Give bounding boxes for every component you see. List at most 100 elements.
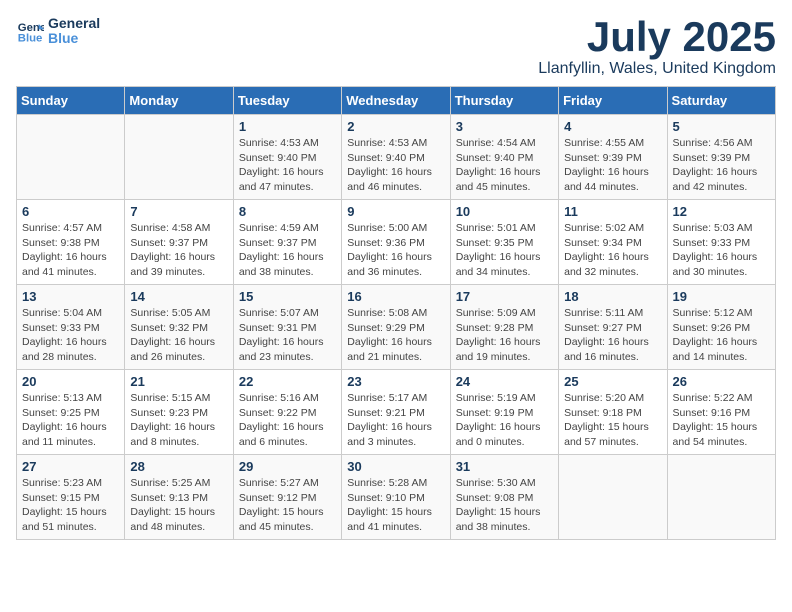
day-detail: Sunrise: 5:23 AM Sunset: 9:15 PM Dayligh… [22, 476, 119, 535]
day-number: 7 [130, 204, 227, 219]
day-detail: Sunrise: 4:57 AM Sunset: 9:38 PM Dayligh… [22, 221, 119, 280]
day-detail: Sunrise: 5:15 AM Sunset: 9:23 PM Dayligh… [130, 391, 227, 450]
logo-icon: General Blue [16, 17, 44, 45]
day-detail: Sunrise: 5:05 AM Sunset: 9:32 PM Dayligh… [130, 306, 227, 365]
calendar-cell [559, 455, 667, 540]
day-detail: Sunrise: 4:58 AM Sunset: 9:37 PM Dayligh… [130, 221, 227, 280]
day-number: 8 [239, 204, 336, 219]
calendar-cell: 25 Sunrise: 5:20 AM Sunset: 9:18 PM Dayli… [559, 370, 667, 455]
calendar-cell: 22 Sunrise: 5:16 AM Sunset: 9:22 PM Dayli… [233, 370, 341, 455]
calendar-cell: 31 Sunrise: 5:30 AM Sunset: 9:08 PM Dayli… [450, 455, 558, 540]
calendar-cell: 9 Sunrise: 5:00 AM Sunset: 9:36 PM Daylig… [342, 200, 450, 285]
calendar-cell: 24 Sunrise: 5:19 AM Sunset: 9:19 PM Dayli… [450, 370, 558, 455]
day-number: 29 [239, 459, 336, 474]
day-number: 28 [130, 459, 227, 474]
day-detail: Sunrise: 5:13 AM Sunset: 9:25 PM Dayligh… [22, 391, 119, 450]
day-detail: Sunrise: 5:27 AM Sunset: 9:12 PM Dayligh… [239, 476, 336, 535]
day-detail: Sunrise: 5:09 AM Sunset: 9:28 PM Dayligh… [456, 306, 553, 365]
day-number: 11 [564, 204, 661, 219]
day-detail: Sunrise: 5:28 AM Sunset: 9:10 PM Dayligh… [347, 476, 444, 535]
calendar-cell: 19 Sunrise: 5:12 AM Sunset: 9:26 PM Dayli… [667, 285, 775, 370]
calendar-table: SundayMondayTuesdayWednesdayThursdayFrid… [16, 86, 776, 540]
weekday-header-saturday: Saturday [667, 87, 775, 115]
day-detail: Sunrise: 5:19 AM Sunset: 9:19 PM Dayligh… [456, 391, 553, 450]
day-number: 17 [456, 289, 553, 304]
day-detail: Sunrise: 5:12 AM Sunset: 9:26 PM Dayligh… [673, 306, 770, 365]
day-detail: Sunrise: 5:25 AM Sunset: 9:13 PM Dayligh… [130, 476, 227, 535]
day-number: 10 [456, 204, 553, 219]
day-number: 19 [673, 289, 770, 304]
calendar-cell: 14 Sunrise: 5:05 AM Sunset: 9:32 PM Dayli… [125, 285, 233, 370]
week-row-2: 6Sunrise: 4:57 AM Sunset: 9:38 PM Daylig… [17, 200, 776, 285]
day-detail: Sunrise: 4:54 AM Sunset: 9:40 PM Dayligh… [456, 136, 553, 195]
day-number: 16 [347, 289, 444, 304]
calendar-cell: 3 Sunrise: 4:54 AM Sunset: 9:40 PM Daylig… [450, 115, 558, 200]
calendar-cell: 2Sunrise: 4:53 AM Sunset: 9:40 PM Daylig… [342, 115, 450, 200]
day-number: 1 [239, 119, 336, 134]
day-detail: Sunrise: 5:30 AM Sunset: 9:08 PM Dayligh… [456, 476, 553, 535]
day-number: 20 [22, 374, 119, 389]
month-title: July 2025 [538, 16, 776, 58]
calendar-cell: 20 Sunrise: 5:13 AM Sunset: 9:25 PM Dayli… [17, 370, 125, 455]
calendar-cell: 16Sunrise: 5:08 AM Sunset: 9:29 PM Dayli… [342, 285, 450, 370]
calendar-cell: 15Sunrise: 5:07 AM Sunset: 9:31 PM Dayli… [233, 285, 341, 370]
day-detail: Sunrise: 5:03 AM Sunset: 9:33 PM Dayligh… [673, 221, 770, 280]
day-number: 9 [347, 204, 444, 219]
logo: General Blue General Blue [16, 16, 100, 47]
day-number: 18 [564, 289, 661, 304]
day-number: 22 [239, 374, 336, 389]
calendar-cell: 10 Sunrise: 5:01 AM Sunset: 9:35 PM Dayli… [450, 200, 558, 285]
calendar-cell: 27Sunrise: 5:23 AM Sunset: 9:15 PM Dayli… [17, 455, 125, 540]
week-row-1: 1 Sunrise: 4:53 AM Sunset: 9:40 PM Daylig… [17, 115, 776, 200]
calendar-cell: 26Sunrise: 5:22 AM Sunset: 9:16 PM Dayli… [667, 370, 775, 455]
day-detail: Sunrise: 5:22 AM Sunset: 9:16 PM Dayligh… [673, 391, 770, 450]
calendar-cell: 28 Sunrise: 5:25 AM Sunset: 9:13 PM Dayli… [125, 455, 233, 540]
day-detail: Sunrise: 5:20 AM Sunset: 9:18 PM Dayligh… [564, 391, 661, 450]
logo-text-line2: Blue [48, 31, 100, 46]
page-header: General Blue General Blue July 2025 Llan… [16, 16, 776, 78]
calendar-cell: 21 Sunrise: 5:15 AM Sunset: 9:23 PM Dayli… [125, 370, 233, 455]
day-number: 15 [239, 289, 336, 304]
day-number: 30 [347, 459, 444, 474]
day-detail: Sunrise: 5:11 AM Sunset: 9:27 PM Dayligh… [564, 306, 661, 365]
calendar-cell: 7 Sunrise: 4:58 AM Sunset: 9:37 PM Daylig… [125, 200, 233, 285]
day-detail: Sunrise: 5:01 AM Sunset: 9:35 PM Dayligh… [456, 221, 553, 280]
day-number: 25 [564, 374, 661, 389]
weekday-header-thursday: Thursday [450, 87, 558, 115]
day-number: 14 [130, 289, 227, 304]
day-detail: Sunrise: 5:17 AM Sunset: 9:21 PM Dayligh… [347, 391, 444, 450]
week-row-5: 27Sunrise: 5:23 AM Sunset: 9:15 PM Dayli… [17, 455, 776, 540]
calendar-cell: 1 Sunrise: 4:53 AM Sunset: 9:40 PM Daylig… [233, 115, 341, 200]
day-number: 24 [456, 374, 553, 389]
calendar-cell: 6Sunrise: 4:57 AM Sunset: 9:38 PM Daylig… [17, 200, 125, 285]
calendar-cell: 8 Sunrise: 4:59 AM Sunset: 9:37 PM Daylig… [233, 200, 341, 285]
day-detail: Sunrise: 4:59 AM Sunset: 9:37 PM Dayligh… [239, 221, 336, 280]
day-number: 4 [564, 119, 661, 134]
day-detail: Sunrise: 5:16 AM Sunset: 9:22 PM Dayligh… [239, 391, 336, 450]
logo-text-line1: General [48, 16, 100, 31]
calendar-cell: 12 Sunrise: 5:03 AM Sunset: 9:33 PM Dayli… [667, 200, 775, 285]
day-number: 12 [673, 204, 770, 219]
day-number: 21 [130, 374, 227, 389]
day-number: 5 [673, 119, 770, 134]
weekday-header-friday: Friday [559, 87, 667, 115]
weekday-header-sunday: Sunday [17, 87, 125, 115]
calendar-cell: 23Sunrise: 5:17 AM Sunset: 9:21 PM Dayli… [342, 370, 450, 455]
day-detail: Sunrise: 5:00 AM Sunset: 9:36 PM Dayligh… [347, 221, 444, 280]
svg-text:Blue: Blue [18, 33, 43, 45]
calendar-cell [667, 455, 775, 540]
calendar-cell [125, 115, 233, 200]
day-detail: Sunrise: 4:55 AM Sunset: 9:39 PM Dayligh… [564, 136, 661, 195]
day-number: 13 [22, 289, 119, 304]
calendar-cell: 5Sunrise: 4:56 AM Sunset: 9:39 PM Daylig… [667, 115, 775, 200]
weekday-header-tuesday: Tuesday [233, 87, 341, 115]
week-row-3: 13Sunrise: 5:04 AM Sunset: 9:33 PM Dayli… [17, 285, 776, 370]
week-row-4: 20 Sunrise: 5:13 AM Sunset: 9:25 PM Dayli… [17, 370, 776, 455]
day-number: 3 [456, 119, 553, 134]
calendar-cell: 11Sunrise: 5:02 AM Sunset: 9:34 PM Dayli… [559, 200, 667, 285]
weekday-header-row: SundayMondayTuesdayWednesdayThursdayFrid… [17, 87, 776, 115]
calendar-cell: 13Sunrise: 5:04 AM Sunset: 9:33 PM Dayli… [17, 285, 125, 370]
location-label: Llanfyllin, Wales, United Kingdom [538, 60, 776, 78]
day-number: 31 [456, 459, 553, 474]
day-detail: Sunrise: 4:53 AM Sunset: 9:40 PM Dayligh… [239, 136, 336, 195]
